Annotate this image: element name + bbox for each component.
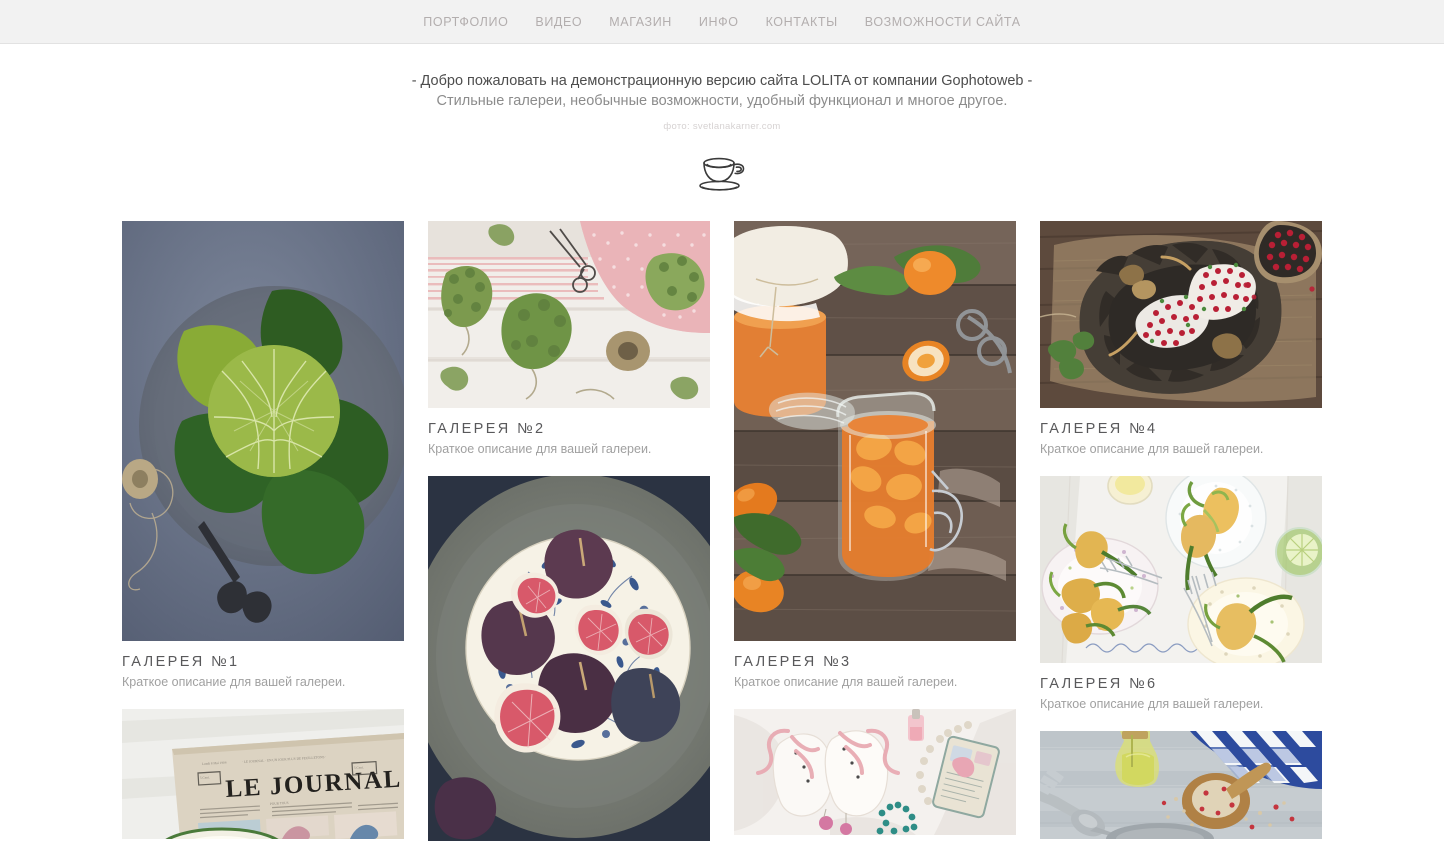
gallery-title[interactable]: ГАЛЕРЕЯ №3 [734,653,1016,671]
gallery-thumb-zucchini-blossoms[interactable] [1040,476,1322,663]
welcome-subline: Стильные галереи, необычные возможности,… [436,93,1008,109]
gallery-column-4: ГАЛЕРЕЯ №4 Краткое описание для вашей га… [1040,221,1322,848]
gallery-tile [734,709,1016,835]
gallery-tile: ГАЛЕРЕЯ №2 Краткое описание для вашей га… [428,221,710,458]
gallery-column-1: ГАЛЕРЕЯ №1 Краткое описание для вашей га… [122,221,404,848]
gallery-column-2: ГАЛЕРЕЯ №2 Краткое описание для вашей га… [428,221,710,848]
gallery-tile: LE JOURNAL 5 Cent. 5 Cent. Lundi 8 Mai 1… [122,709,404,839]
gallery-title[interactable]: ГАЛЕРЕЯ №4 [1040,420,1322,438]
gallery-tile [428,476,710,841]
svg-text:5 Cent.: 5 Cent. [354,765,364,770]
gallery-title[interactable]: ГАЛЕРЕЯ №2 [428,420,710,438]
gallery-thumb-olive-oil[interactable] [1040,731,1322,839]
gallery-tile: ГАЛЕРЕЯ №4 Краткое описание для вашей га… [1040,221,1322,458]
gallery-caption: ГАЛЕРЕЯ №3 Краткое описание для вашей га… [734,641,1016,691]
nav-item-portfolio[interactable]: ПОРТФОЛИО [423,15,508,29]
nav-item-shop[interactable]: МАГАЗИН [609,15,672,29]
gallery-tile: ГАЛЕРЕЯ №3 Краткое описание для вашей га… [734,221,1016,691]
site-header: ПОРТФОЛИО ВИДЕО МАГАЗИН ИНФО КОНТАКТЫ ВО… [0,0,1444,44]
nav-item-contacts[interactable]: КОНТАКТЫ [766,15,838,29]
gallery-tile: ГАЛЕРЕЯ №6 Краткое описание для вашей га… [1040,476,1322,713]
intro-block: - Добро пожаловать на демонстрационную в… [0,44,1444,132]
gallery-column-3: ГАЛЕРЕЯ №3 Краткое описание для вашей га… [734,221,1016,848]
main-navigation: ПОРТФОЛИО ВИДЕО МАГАЗИН ИНФО КОНТАКТЫ ВО… [423,15,1020,29]
gallery-thumb-figs[interactable] [428,476,710,841]
coffee-cup-icon [699,157,745,191]
gallery-title[interactable]: ГАЛЕРЕЯ №1 [122,653,404,671]
gallery-description: Краткое описание для вашей галереи. [1040,697,1264,711]
gallery-description: Краткое описание для вашей галереи. [122,675,346,689]
welcome-headline: - Добро пожаловать на демонстрационную в… [411,73,1033,89]
svg-text:5 Cent.: 5 Cent. [200,775,210,780]
nav-item-video[interactable]: ВИДЕО [535,15,582,29]
gallery-description: Краткое описание для вашей галереи. [1040,442,1264,456]
gallery-caption: ГАЛЕРЕЯ №6 Краткое описание для вашей га… [1040,663,1322,713]
gallery-thumb-herbs[interactable] [428,221,710,408]
gallery-tile [1040,731,1322,839]
nav-item-info[interactable]: ИНФО [699,15,739,29]
gallery-caption: ГАЛЕРЕЯ №1 Краткое описание для вашей га… [122,641,404,691]
gallery-thumb-eggplant[interactable] [1040,221,1322,408]
divider [0,150,1444,200]
gallery-thumb-newspaper[interactable]: LE JOURNAL 5 Cent. 5 Cent. Lundi 8 Mai 1… [122,709,404,839]
gallery-title[interactable]: ГАЛЕРЕЯ №6 [1040,675,1322,693]
gallery-tile: ГАЛЕРЕЯ №1 Краткое описание для вашей га… [122,221,404,691]
gallery-thumb-jam[interactable] [734,221,1016,641]
gallery-description: Краткое описание для вашей галереи. [734,675,958,689]
nav-item-features[interactable]: ВОЗМОЖНОСТИ САЙТА [865,15,1021,29]
gallery-caption: ГАЛЕРЕЯ №4 Краткое описание для вашей га… [1040,408,1322,458]
nav-list: ПОРТФОЛИО ВИДЕО МАГАЗИН ИНФО КОНТАКТЫ ВО… [423,15,1020,29]
photo-credit: фото: svetlanakarner.com [663,121,781,132]
gallery-grid: ГАЛЕРЕЯ №1 Краткое описание для вашей га… [122,200,1322,848]
gallery-caption: ГАЛЕРЕЯ №2 Краткое описание для вашей га… [428,408,710,458]
gallery-thumb-shoes[interactable] [734,709,1016,835]
gallery-thumb-cabbage[interactable] [122,221,404,641]
gallery-description: Краткое описание для вашей галереи. [428,442,652,456]
